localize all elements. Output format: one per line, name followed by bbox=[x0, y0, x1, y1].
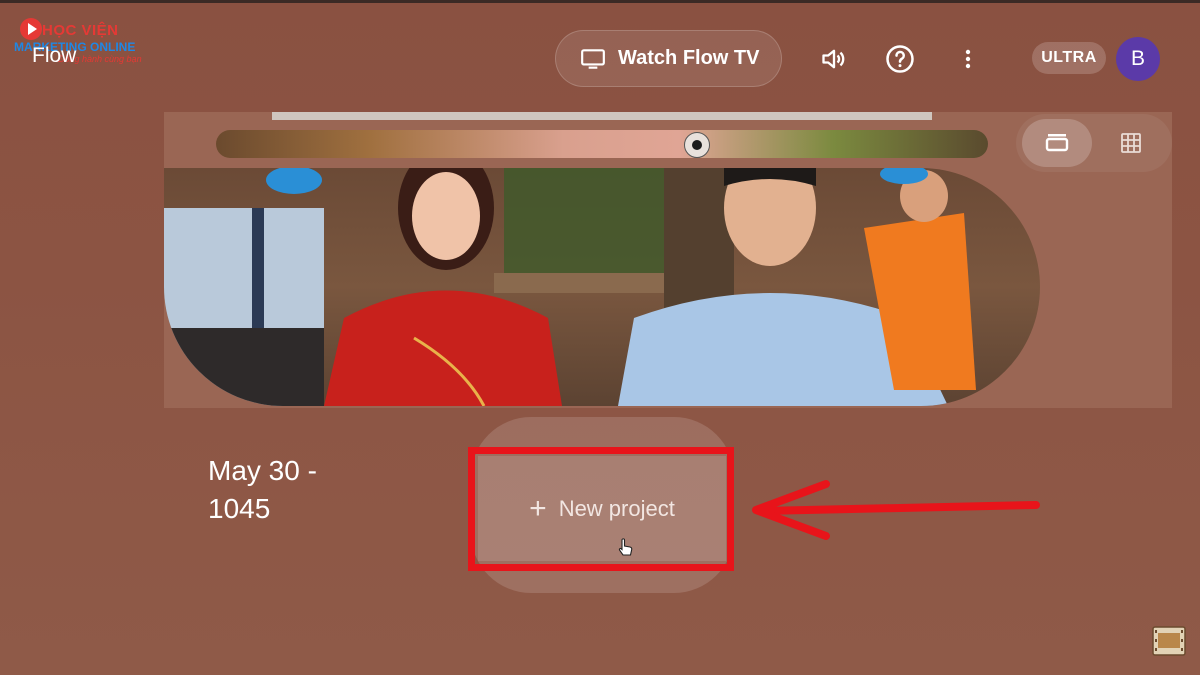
filmstrip-edge bbox=[272, 112, 932, 120]
view-agenda-icon bbox=[1045, 134, 1069, 152]
scene-illustration bbox=[164, 168, 976, 406]
grid-view-button[interactable] bbox=[1096, 119, 1166, 167]
watch-flow-tv-label: Watch Flow TV bbox=[618, 47, 760, 69]
list-view-button[interactable] bbox=[1022, 119, 1092, 167]
preview-side-panel bbox=[1040, 168, 1172, 406]
tv-icon bbox=[581, 48, 605, 69]
highlight-box bbox=[468, 447, 734, 571]
annotation-arrow-icon bbox=[752, 480, 1040, 540]
watermark-line1: HỌC VIỆN bbox=[42, 22, 119, 39]
help-button[interactable] bbox=[878, 37, 922, 81]
hand-cursor-icon bbox=[618, 538, 633, 556]
watch-flow-tv-button[interactable]: Watch Flow TV bbox=[555, 30, 782, 87]
play-logo-icon bbox=[20, 18, 42, 40]
volume-icon bbox=[822, 49, 845, 69]
more-options-button[interactable] bbox=[946, 37, 990, 81]
top-border bbox=[0, 0, 1200, 3]
more-vert-icon bbox=[965, 49, 971, 69]
view-toggle bbox=[1016, 114, 1172, 172]
grid-view-icon bbox=[1121, 133, 1141, 153]
clip-thumbnail-strip[interactable] bbox=[216, 130, 988, 158]
avatar[interactable]: B bbox=[1116, 37, 1160, 81]
app-name[interactable]: Flow bbox=[32, 44, 76, 68]
project-title[interactable]: May 30 - 1045 bbox=[208, 452, 368, 528]
camera-lens-thumbnail bbox=[684, 132, 710, 158]
video-preview-image[interactable] bbox=[164, 168, 1040, 406]
sound-button[interactable] bbox=[812, 37, 856, 81]
plan-badge[interactable]: ULTRA bbox=[1032, 42, 1106, 74]
film-thumbnail-icon bbox=[1152, 626, 1186, 656]
help-icon bbox=[886, 45, 914, 73]
